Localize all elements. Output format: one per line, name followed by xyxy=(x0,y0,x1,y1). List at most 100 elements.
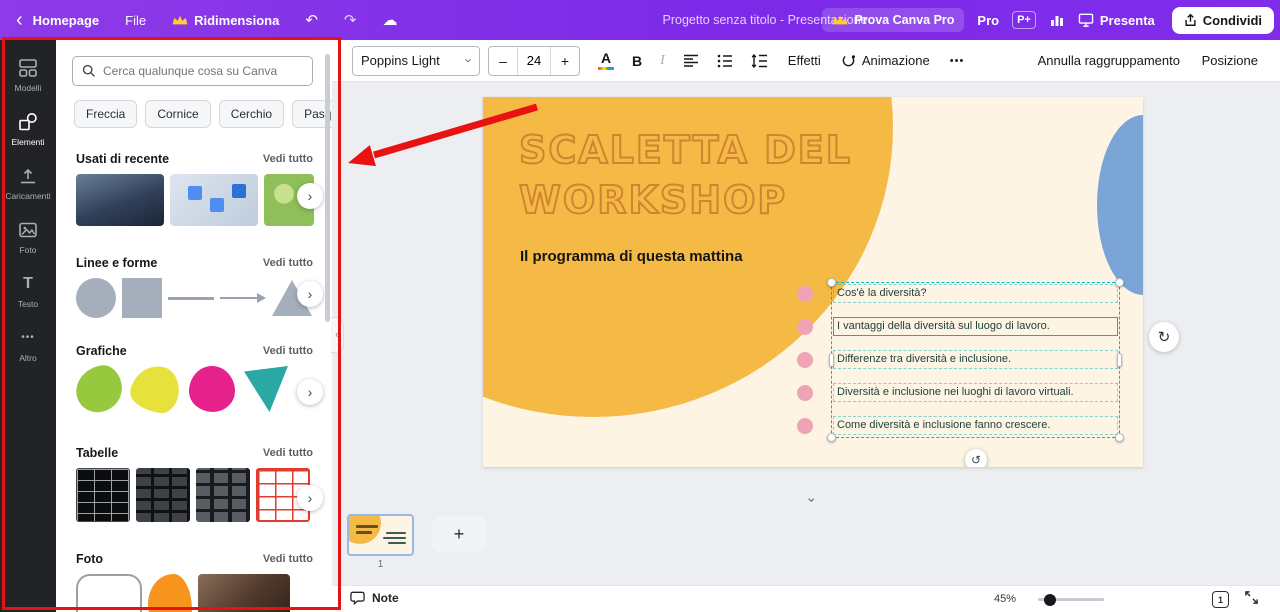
graphics-chevron-right-button[interactable]: › xyxy=(297,379,323,405)
photo-outline-frame[interactable] xyxy=(76,574,142,612)
p-plus-badge[interactable]: P+ xyxy=(1012,11,1036,29)
canvas-area[interactable]: SCALETTA DEL WORKSHOP Il programma di qu… xyxy=(332,82,1280,585)
present-button[interactable]: Presenta xyxy=(1078,13,1155,28)
align-button[interactable] xyxy=(683,53,699,69)
panel-collapse-handle[interactable]: ‹ xyxy=(331,317,344,353)
selection-handle-top-right[interactable] xyxy=(1115,278,1124,287)
chip-cerchio[interactable]: Cerchio xyxy=(219,100,284,128)
bullet-row[interactable]: Differenze tra diversità e inclusione. xyxy=(797,350,1118,369)
bullet-text[interactable]: Differenze tra diversità e inclusione. xyxy=(833,350,1118,369)
selection-handle-right[interactable] xyxy=(1117,353,1122,367)
bullet-row-selected[interactable]: I vantaggi della diversità sul luogo di … xyxy=(797,317,1118,336)
zoom-slider[interactable] xyxy=(1038,598,1104,601)
sidebar-item-altro[interactable]: ••• Altro xyxy=(0,318,56,372)
slide-blue-circle[interactable] xyxy=(1097,115,1143,295)
text-color-button[interactable]: A xyxy=(598,51,614,70)
homepage-link[interactable]: Homepage xyxy=(33,13,99,28)
back-chevron-icon[interactable]: ‹ xyxy=(16,10,23,30)
graphic-shape-teal[interactable] xyxy=(244,366,288,412)
bullet-text[interactable]: Cos'è la diversità? xyxy=(833,284,1118,303)
table-style-gray-cells[interactable] xyxy=(196,468,250,522)
selection-handle-left[interactable] xyxy=(829,353,834,367)
table-style-dark-cells[interactable] xyxy=(136,468,190,522)
photo-orange-shape[interactable] xyxy=(148,574,192,612)
bullet-row[interactable]: Diversità e inclusione nei luoghi di lav… xyxy=(797,383,1118,402)
graphic-blob-green[interactable] xyxy=(73,363,125,415)
undo-button[interactable]: ↶ xyxy=(305,11,318,29)
tables-chevron-right-button[interactable]: › xyxy=(297,485,323,511)
search-box[interactable] xyxy=(72,56,313,86)
recent-image-keyboard[interactable] xyxy=(170,174,258,226)
graphic-blob-yellow[interactable] xyxy=(128,363,183,416)
slide-title[interactable]: SCALETTA DEL WORKSHOP xyxy=(519,125,852,225)
bullet-text[interactable]: Diversità e inclusione nei luoghi di lav… xyxy=(833,383,1118,402)
spacing-button[interactable] xyxy=(751,53,768,69)
bullet-text[interactable]: I vantaggi della diversità sul luogo di … xyxy=(833,317,1118,336)
ungroup-button[interactable]: Annulla raggruppamento xyxy=(1038,53,1180,68)
pro-badge[interactable]: Pro xyxy=(977,13,999,28)
redo-button[interactable]: ↷ xyxy=(344,11,357,29)
selection-handle-bottom-right[interactable] xyxy=(1115,433,1124,442)
shape-square[interactable] xyxy=(122,278,162,318)
crown-icon xyxy=(832,14,848,26)
presentation-slide[interactable]: SCALETTA DEL WORKSHOP Il programma di qu… xyxy=(483,97,1143,467)
zoom-slider-knob[interactable] xyxy=(1044,594,1056,606)
effects-button[interactable]: Effetti xyxy=(788,53,821,68)
insights-chart-icon[interactable] xyxy=(1049,12,1065,28)
share-button[interactable]: Condividi xyxy=(1172,7,1274,34)
try-pro-button[interactable]: Prova Canva Pro xyxy=(822,8,964,32)
see-all-link[interactable]: Vedi tutto xyxy=(263,447,313,459)
selection-handle-bottom-left[interactable] xyxy=(827,433,836,442)
sidebar-item-testo[interactable]: T Testo xyxy=(0,264,56,318)
selection-handle-top-left[interactable] xyxy=(827,278,836,287)
graphic-blob-pink[interactable] xyxy=(189,366,235,412)
sidebar-item-foto[interactable]: Foto xyxy=(0,210,56,264)
font-size-increase-button[interactable]: + xyxy=(551,53,579,69)
chip-freccia[interactable]: Freccia xyxy=(74,100,137,128)
page-indicator-badge[interactable]: 1 xyxy=(1212,591,1229,608)
bold-button[interactable]: B xyxy=(632,53,642,69)
photo-people[interactable] xyxy=(198,574,290,612)
sidebar-item-modelli[interactable]: Modelli xyxy=(0,48,56,102)
shapes-row xyxy=(76,278,332,318)
font-size-decrease-button[interactable]: – xyxy=(489,53,517,69)
recent-image-businessman[interactable] xyxy=(76,174,164,226)
list-button[interactable] xyxy=(717,53,733,69)
rotate-handle[interactable]: ↺ xyxy=(965,449,987,467)
search-input[interactable] xyxy=(103,64,303,78)
shape-line[interactable] xyxy=(168,297,214,300)
panel-scrollbar[interactable] xyxy=(325,54,330,322)
page-1-thumbnail[interactable] xyxy=(347,514,414,556)
italic-button[interactable]: I xyxy=(660,53,665,69)
bullet-row[interactable]: Cos'è la diversità? xyxy=(797,284,1118,303)
font-size-value[interactable]: 24 xyxy=(517,47,551,75)
hide-panel-chevron[interactable]: › xyxy=(804,498,820,503)
add-page-button[interactable]: + xyxy=(432,516,486,552)
table-style-dark-lines[interactable] xyxy=(76,468,130,522)
zoom-level[interactable]: 45% xyxy=(994,593,1016,605)
sidebar-item-elementi[interactable]: Elementi xyxy=(0,102,56,156)
see-all-link[interactable]: Vedi tutto xyxy=(263,153,313,165)
bullet-row[interactable]: Come diversità e inclusione fanno cresce… xyxy=(797,416,1118,435)
fullscreen-button[interactable] xyxy=(1244,590,1259,610)
refresh-button[interactable]: ↻ xyxy=(1149,322,1179,352)
recent-chevron-right-button[interactable]: › xyxy=(297,183,323,209)
notes-button[interactable]: Note xyxy=(350,591,399,605)
slide-subtitle[interactable]: Il programma di questa mattina xyxy=(520,248,743,265)
file-menu[interactable]: File xyxy=(125,13,146,28)
bullet-dot xyxy=(797,385,813,401)
sidebar-item-caricamenti[interactable]: Caricamenti xyxy=(0,156,56,210)
bullet-text[interactable]: Come diversità e inclusione fanno cresce… xyxy=(833,416,1118,435)
shapes-chevron-right-button[interactable]: › xyxy=(297,281,323,307)
shape-arrow[interactable] xyxy=(220,293,266,303)
position-button[interactable]: Posizione xyxy=(1202,53,1258,68)
more-options-button[interactable]: ••• xyxy=(950,55,965,67)
see-all-link[interactable]: Vedi tutto xyxy=(263,345,313,357)
see-all-link[interactable]: Vedi tutto xyxy=(263,553,313,565)
see-all-link[interactable]: Vedi tutto xyxy=(263,257,313,269)
resize-menu[interactable]: Ridimensiona xyxy=(172,13,279,28)
font-selector[interactable]: Poppins Light › xyxy=(352,46,480,76)
animation-button[interactable]: Animazione xyxy=(841,53,930,68)
chip-cornice[interactable]: Cornice xyxy=(145,100,210,128)
shape-circle[interactable] xyxy=(76,278,116,318)
